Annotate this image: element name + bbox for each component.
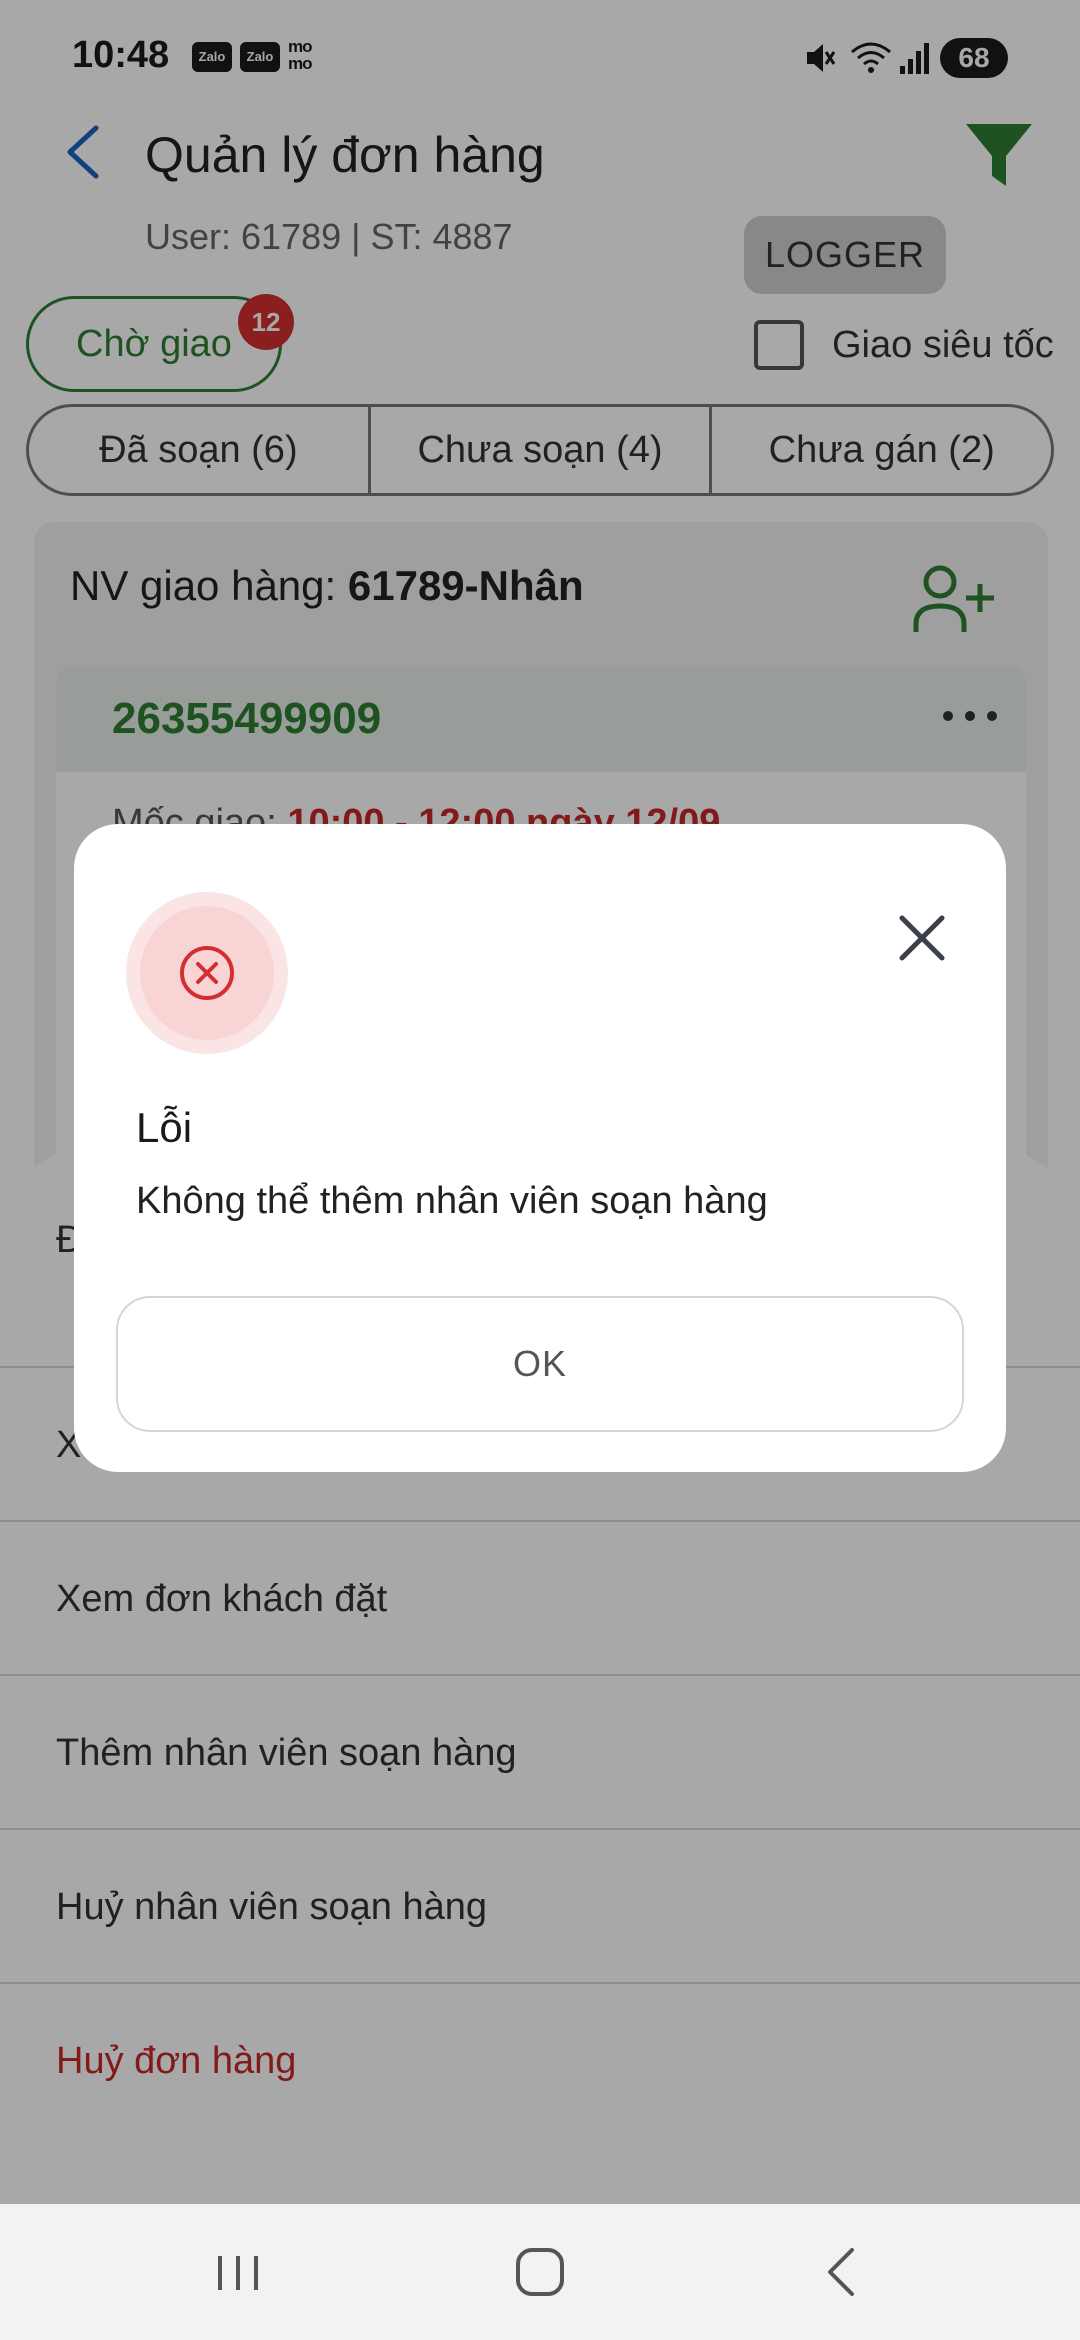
close-icon[interactable]	[894, 910, 950, 966]
error-dialog: Lỗi Không thể thêm nhân viên soạn hàng O…	[74, 824, 1006, 1472]
recent-apps-icon[interactable]	[198, 2234, 278, 2310]
ok-button[interactable]: OK	[116, 1296, 964, 1432]
system-nav-bar	[0, 2204, 1080, 2340]
error-x-icon	[180, 946, 234, 1000]
home-icon[interactable]	[500, 2234, 580, 2310]
error-icon-circle	[140, 906, 274, 1040]
dialog-title: Lỗi	[136, 1104, 193, 1151]
app-screen: 10:48 Zalo Zalo mo mo 68 Quản lý đơn hàn…	[0, 0, 1080, 2340]
error-icon-halo	[126, 892, 288, 1054]
back-icon[interactable]	[802, 2234, 882, 2310]
dialog-message: Không thể thêm nhân viên soạn hàng	[136, 1180, 768, 1222]
